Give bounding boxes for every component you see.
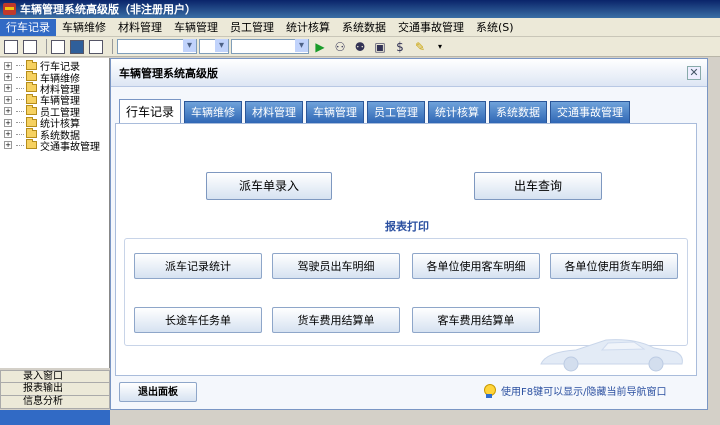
tree-connector bbox=[16, 110, 24, 112]
expand-icon[interactable]: + bbox=[4, 118, 12, 127]
expand-icon[interactable]: + bbox=[4, 95, 12, 104]
lightbulb-icon bbox=[483, 383, 496, 398]
tree-connector bbox=[16, 122, 24, 124]
folder-icon bbox=[26, 128, 37, 139]
tab-vehicle-repair[interactable]: 车辆维修 bbox=[184, 101, 243, 123]
expand-icon[interactable]: + bbox=[4, 130, 12, 139]
expand-icon[interactable]: + bbox=[4, 73, 12, 82]
toolbar-combo-2[interactable] bbox=[199, 39, 229, 54]
close-icon[interactable]: ✕ bbox=[687, 66, 701, 80]
folder-icon bbox=[26, 82, 37, 93]
driver-trip-detail-button[interactable]: 驾驶员出车明细 bbox=[272, 253, 400, 279]
tab-accident[interactable]: 交通事故管理 bbox=[550, 101, 631, 123]
picture-icon[interactable] bbox=[70, 39, 84, 54]
unit-bus-detail-button[interactable]: 各单位使用客车明细 bbox=[412, 253, 540, 279]
tab-system-data[interactable]: 系统数据 bbox=[489, 101, 548, 123]
panel-title: 车辆管理系统高级版 bbox=[119, 66, 218, 80]
toolbar-separator bbox=[46, 39, 47, 54]
window-right-edge bbox=[708, 58, 720, 425]
expand-icon[interactable]: + bbox=[4, 61, 12, 70]
folder-icon bbox=[26, 116, 37, 127]
expand-icon[interactable]: + bbox=[4, 107, 12, 116]
folder-icon bbox=[26, 139, 37, 150]
folder-open-icon bbox=[26, 59, 37, 70]
folder-icon bbox=[26, 105, 37, 116]
tree-connector bbox=[16, 87, 24, 89]
tree-connector bbox=[16, 99, 24, 101]
side-tab-info-analysis[interactable]: 信息分析 bbox=[0, 396, 110, 409]
user-find-icon[interactable]: ⚉ bbox=[351, 40, 369, 54]
exit-panel-button[interactable]: 退出面板 bbox=[119, 382, 197, 402]
car-app-icon bbox=[3, 3, 16, 15]
car-watermark-icon bbox=[540, 339, 683, 372]
folder-icon bbox=[26, 93, 37, 104]
menu-item-system-data[interactable]: 系统数据 bbox=[336, 19, 392, 36]
dispatch-stats-button[interactable]: 派车记录统计 bbox=[134, 253, 262, 279]
menu-item-statistics[interactable]: 统计核算 bbox=[280, 19, 336, 36]
panel-tab-strip: 行车记录 车辆维修 材料管理 车辆管理 员工管理 统计核算 系统数据 交通事故管… bbox=[119, 99, 633, 123]
tab-vehicle[interactable]: 车辆管理 bbox=[306, 101, 365, 123]
side-tab-group: 录入窗口 报表输出 信息分析 bbox=[0, 370, 110, 409]
tree-connector bbox=[16, 144, 24, 146]
menu-item-vehicle[interactable]: 车辆管理 bbox=[168, 19, 224, 36]
folder-icon bbox=[26, 71, 37, 82]
document-icon[interactable] bbox=[51, 39, 65, 54]
window-icon[interactable] bbox=[89, 39, 103, 54]
menu-item-system[interactable]: 系统(S) bbox=[470, 19, 520, 36]
unit-truck-detail-button[interactable]: 各单位使用货车明细 bbox=[550, 253, 678, 279]
expand-icon[interactable]: + bbox=[4, 84, 12, 93]
play-icon[interactable]: ▶ bbox=[311, 40, 329, 54]
navigation-tree: + 行车记录 + 车辆维修 + 材料管理 + 车辆管理 + 员工管理 + 统计核… bbox=[0, 58, 110, 368]
expand-icon[interactable]: + bbox=[4, 141, 12, 150]
menu-item-vehicle-repair[interactable]: 车辆维修 bbox=[56, 19, 112, 36]
navigation-hint: 使用F8键可以显示/隐藏当前导航窗口 bbox=[483, 383, 666, 398]
side-tab-entry-window[interactable]: 录入窗口 bbox=[0, 370, 110, 383]
long-haul-task-button[interactable]: 长途车任务单 bbox=[134, 307, 262, 333]
tree-item-label: 交通事故管理 bbox=[40, 141, 100, 153]
main-panel: 车辆管理系统高级版 ✕ 行车记录 车辆维修 材料管理 车辆管理 员工管理 统计核… bbox=[110, 58, 708, 410]
tab-material[interactable]: 材料管理 bbox=[245, 101, 304, 123]
report-section-title: 报表打印 bbox=[385, 220, 429, 233]
menu-item-accident[interactable]: 交通事故管理 bbox=[392, 19, 470, 36]
user-search-icon[interactable]: ⚇ bbox=[331, 40, 349, 54]
menu-item-driving-record[interactable]: 行车记录 bbox=[0, 18, 56, 36]
tree-item-accident[interactable]: + 交通事故管理 bbox=[0, 139, 109, 153]
panel-view-icon[interactable] bbox=[23, 39, 37, 54]
tab-statistics[interactable]: 统计核算 bbox=[428, 101, 487, 123]
tree-connector bbox=[16, 133, 24, 135]
dollar-icon[interactable]: $ bbox=[391, 40, 409, 54]
side-tab-report-output[interactable]: 报表输出 bbox=[0, 383, 110, 396]
tab-driving-record[interactable]: 行车记录 bbox=[119, 99, 182, 123]
toolbar-combo-3[interactable] bbox=[231, 39, 309, 54]
preview-icon[interactable]: ▣ bbox=[371, 40, 389, 54]
bus-fee-settlement-button[interactable]: 客车费用结算单 bbox=[412, 307, 540, 333]
tree-view-icon[interactable] bbox=[4, 39, 18, 54]
chevron-down-icon[interactable]: ▾ bbox=[431, 42, 449, 51]
window-title: 车辆管理系统高级版（非注册用户） bbox=[20, 3, 196, 16]
hint-text: 使用F8键可以显示/隐藏当前导航窗口 bbox=[501, 387, 667, 398]
tree-connector bbox=[16, 76, 24, 78]
dispatch-query-button[interactable]: 出车查询 bbox=[474, 172, 602, 200]
tab-staff[interactable]: 员工管理 bbox=[367, 101, 426, 123]
dispatch-entry-button[interactable]: 派车单录入 bbox=[206, 172, 332, 200]
menu-item-material[interactable]: 材料管理 bbox=[112, 19, 168, 36]
menu-bar: 行车记录 车辆维修 材料管理 车辆管理 员工管理 统计核算 系统数据 交通事故管… bbox=[0, 18, 720, 37]
window-titlebar: 车辆管理系统高级版（非注册用户） bbox=[0, 0, 720, 18]
pencil-icon[interactable]: ✎ bbox=[411, 40, 429, 54]
toolbar: ▶ ⚇ ⚉ ▣ $ ✎ ▾ bbox=[0, 37, 720, 57]
toolbar-combo-1[interactable] bbox=[117, 39, 197, 54]
truck-fee-settlement-button[interactable]: 货车费用结算单 bbox=[272, 307, 400, 333]
side-tab-selected-bar bbox=[0, 410, 110, 425]
tab-content: 派车单录入 出车查询 报表打印 派车记录统计 驾驶员出车明细 各单位使用客车明细… bbox=[115, 123, 697, 376]
menu-item-staff[interactable]: 员工管理 bbox=[224, 19, 280, 36]
toolbar-separator bbox=[112, 39, 113, 54]
tree-connector bbox=[16, 65, 24, 67]
panel-header: 车辆管理系统高级版 bbox=[111, 59, 707, 87]
